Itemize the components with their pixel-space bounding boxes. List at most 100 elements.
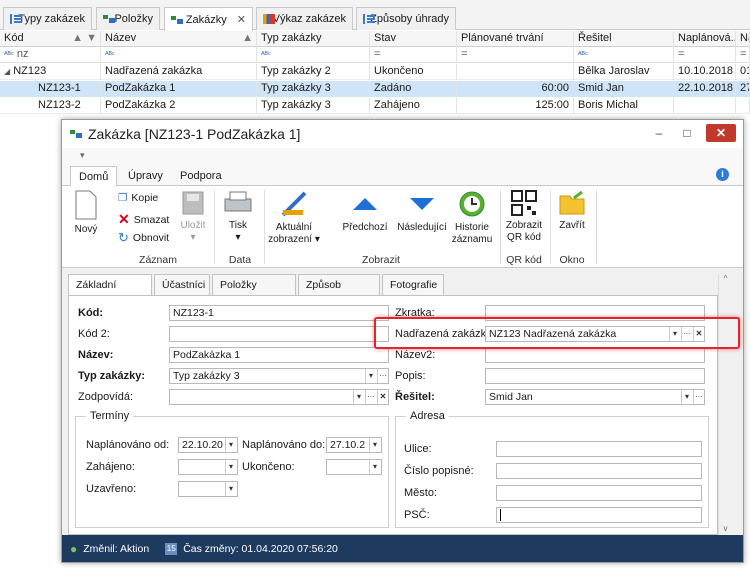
column-header-trvani[interactable]: Plánované trvání [457,31,574,47]
naplanovano-do-field[interactable]: 27.10.2 ▾ [326,437,382,453]
chevron-down-icon[interactable]: ▾ [353,390,364,404]
ellipsis-icon[interactable]: ··· [693,390,704,404]
copy-button[interactable]: ❐ Kopie [118,192,158,204]
items-icon [103,14,116,24]
filter-trvani[interactable]: = [457,47,574,63]
column-header-stav[interactable]: Stav [370,31,457,47]
chart-icon [263,14,275,24]
tab-fotografie[interactable]: Fotografie [382,274,444,296]
typ-zakazky-select[interactable]: Typ zakázky 3 ▾ ··· [169,368,389,384]
divider [500,190,501,264]
history-button[interactable]: Historie záznamu [450,190,494,246]
ellipsis-icon[interactable]: ··· [377,369,388,383]
kod2-field[interactable] [169,326,389,342]
table-row[interactable]: NZ123-2 PodZakázka 2 Typ zakázky 3 Zaháj… [0,98,750,114]
dialog-title-bar[interactable]: Zakázka [NZ123-1 PodZakázka 1] – □ ✕ [62,120,743,148]
tab-domu[interactable]: Domů [70,166,118,187]
tab-ucastnici[interactable]: Účastníci [154,274,210,296]
filter-resitel[interactable]: ᴬᴮᶜ [574,47,674,63]
column-header-naplanovano[interactable]: Naplánová... [674,31,736,47]
save-button[interactable]: Uložit ▾ [178,190,208,244]
filter-typ[interactable]: ᴬᴮᶜ [257,47,370,63]
new-button[interactable]: Nový [68,190,104,236]
tab-vykaz-zakazek[interactable]: Výkaz zakázek [256,7,353,30]
label-ukonceno: Ukončeno: [242,461,295,473]
column-header-kod[interactable]: Kód ▲ ▼ [0,31,101,47]
cislo-popisne-field[interactable] [496,463,702,479]
naplanovano-od-field[interactable]: 22.10.20 ▾ [178,437,238,453]
save-icon [182,191,204,215]
tab-typy-zakazek[interactable]: Typy zakázek [3,7,92,30]
cell-trvani [457,64,574,80]
show-qr-button[interactable]: Zobrazit QR kód [502,190,546,244]
maximize-button[interactable]: □ [674,124,700,142]
chevron-down-icon[interactable]: ▾ [365,369,376,383]
document-tab-bar: Typy zakázek Položky Zakázky ✕ Výkaz zak… [0,0,750,31]
close-tab-icon[interactable]: ✕ [237,13,246,26]
filter-kod[interactable]: ᴬᴮᶜ nz [0,47,101,63]
chevron-down-icon[interactable]: ▾ [681,390,692,404]
tab-polozky[interactable]: Položky [96,7,160,30]
cell-resitel: Bělka Jaroslav [574,64,674,80]
nazev2-field[interactable] [485,347,705,363]
tab-zpusob-uhrady[interactable]: Způsob úhrady [298,274,380,311]
resitel-select[interactable]: Smid Jan ▾ ··· [485,389,705,405]
table-row[interactable]: ◢ NZ123 Nadřazená zakázka Typ zakázky 2 … [0,64,750,80]
tab-label: Výkaz zakázek [272,13,346,25]
filter-nazev[interactable]: ᴬᴮᶜ [101,47,257,63]
tab-zakladni-udaje[interactable]: Základní údaje [68,274,152,311]
column-header-typ[interactable]: Typ zakázky [257,31,370,47]
table-row-selected[interactable]: NZ123-1 PodZakázka 1 Typ zakázky 3 Zadán… [0,81,750,97]
quick-access-toolbar[interactable]: ▾ [62,148,743,164]
orders-grid: Kód ▲ ▼ Název ▲ Typ zakázky Stav Plánované… [0,31,750,114]
nazev-field[interactable]: PodZakázka 1 [169,347,389,363]
clear-icon[interactable]: ✕ [377,390,388,404]
label-resitel: Řešitel: [395,391,435,403]
change-time: Čas změny: 01.04.2020 07:56:20 [183,542,338,555]
mesto-field[interactable] [496,485,702,501]
down-arrow-icon [410,198,434,210]
next-button[interactable]: Následující [392,190,452,234]
filter-naplanovano[interactable]: = [674,47,736,63]
info-icon[interactable]: i [716,168,729,181]
tab-upravy[interactable]: Úpravy [120,166,171,187]
tab-zpusoby-uhrady[interactable]: Způsoby úhrady [356,7,456,30]
kod-field[interactable]: NZ123-1 [169,305,389,321]
current-view-button[interactable]: Aktuální zobrazení ▾ [268,190,320,246]
label-zahajeno: Zahájeno: [86,461,135,473]
close-button[interactable]: ✕ [706,124,736,142]
printer-icon [224,191,252,212]
tab-polozky-zakazky[interactable]: Položky zakázky [212,274,296,311]
form-scrollbar[interactable]: ^ v [718,274,732,535]
filter-na[interactable]: = [736,47,750,63]
cell-kod: NZ123-1 [0,81,101,97]
column-header-nazev[interactable]: Název ▲ [101,31,257,47]
column-header-na[interactable]: Na [736,31,750,47]
grid-filter-row: ᴬᴮᶜ nz ᴬᴮᶜ ᴬᴮᶜ = = ᴬᴮᶜ = = [0,47,750,63]
divider [264,190,265,264]
cell-nazev: PodZakázka 1 [101,81,257,97]
close-dialog-button[interactable]: Zavřít [552,190,592,232]
zodpovida-select[interactable]: ▾ ··· ✕ [169,389,389,405]
uzavreno-field[interactable]: ▾ [178,481,238,497]
ellipsis-icon[interactable]: ··· [365,390,376,404]
previous-button[interactable]: Předchozí [340,190,390,234]
print-button[interactable]: Tisk ▾ [222,190,254,244]
dialog-title: Zakázka [NZ123-1 PodZakázka 1] [88,126,301,142]
tab-podpora[interactable]: Podpora [172,166,230,187]
delete-button[interactable]: ✕ Smazat [118,211,169,228]
ulice-field[interactable] [496,441,702,457]
tab-zakazky[interactable]: Zakázky ✕ [164,7,253,31]
cell-stav: Zahájeno [370,98,457,114]
zahajeno-field[interactable]: ▾ [178,459,238,475]
filter-stav[interactable]: = [370,47,457,63]
minimize-button[interactable]: – [646,124,672,142]
psc-field[interactable] [496,507,702,523]
ukonceno-field[interactable]: ▾ [326,459,382,475]
group-label-zobrazit: Zobrazit [362,254,400,266]
copy-icon: ❐ [118,192,128,204]
refresh-button[interactable]: ↻ Obnovit [118,230,169,246]
list-icon [10,14,24,24]
column-header-resitel[interactable]: Řešitel [574,31,674,47]
popis-field[interactable] [485,368,705,384]
